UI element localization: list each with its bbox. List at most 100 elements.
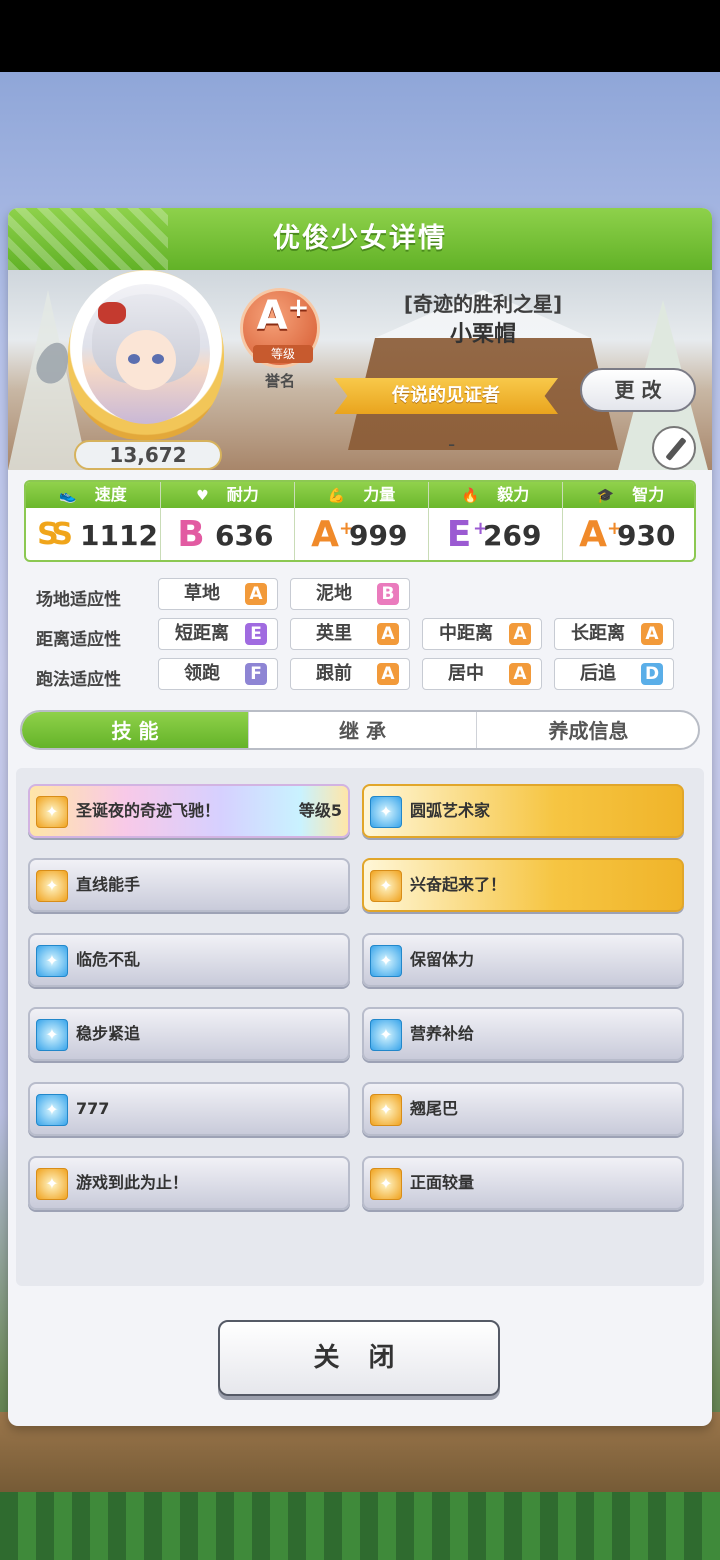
portrait-hair-ornament	[98, 302, 126, 324]
skill-item[interactable]: ✦ 777	[28, 1082, 350, 1136]
pencil-icon	[665, 437, 687, 461]
skill-name: 直线能手	[76, 875, 141, 894]
skill-item[interactable]: ✦ 圆弧艺术家	[362, 784, 684, 838]
skill-name: 777	[76, 1099, 110, 1118]
skill-name: 临危不乱	[76, 950, 141, 969]
change-title-button[interactable]: 更 改	[580, 368, 696, 412]
edit-button[interactable]	[652, 426, 696, 470]
stat-value-area: E + 269	[429, 510, 563, 560]
umamusume-detail-panel: 优俊少女详情 13,672 A+ 等级 誉名 [奇迹的胜利之星] 小栗帽 传说的…	[8, 208, 712, 1426]
stat-header: 👟 速度	[26, 482, 160, 508]
skill-name: 正面较量	[410, 1173, 475, 1192]
skill-item[interactable]: ✦ 兴奋起来了！	[362, 858, 684, 912]
aptitude-sprint: 短距离 E	[158, 618, 278, 650]
tab-skills[interactable]: 技 能	[22, 712, 248, 748]
aptitude-dirt: 泥地 B	[290, 578, 410, 610]
portrait-eye-right	[152, 354, 164, 364]
skill-icon: ✦	[36, 870, 68, 902]
close-button[interactable]: 关 闭	[218, 1320, 500, 1396]
stat-header: ♥ 耐力	[161, 482, 294, 508]
title-ribbon: 传说的见证者	[334, 378, 558, 414]
skill-item[interactable]: ✦ 直线能手	[28, 858, 350, 912]
stat-guts: 🔥 毅力 E + 269	[428, 482, 563, 560]
skill-icon: ✦	[370, 1019, 402, 1051]
heart-icon: ♥	[196, 488, 209, 504]
skill-name: 稳步紧追	[76, 1024, 141, 1043]
stat-stamina: ♥ 耐力 B 636	[160, 482, 294, 560]
rank-badge: A+ 等级	[240, 288, 320, 368]
tab-inheritance[interactable]: 继 承	[248, 712, 476, 748]
stat-value-area: A + 930	[563, 510, 694, 560]
background-grass	[0, 1492, 720, 1560]
status-bar	[0, 0, 720, 72]
aptitude-late-surger: 居中 A	[422, 658, 542, 690]
stat-value: 269	[483, 519, 542, 552]
stat-value: 930	[617, 519, 676, 552]
nickname-placeholder: -	[448, 432, 456, 456]
detail-tabs: 技 能 继 承 养成信息	[20, 710, 700, 750]
skill-item[interactable]: ✦ 翘尾巴	[362, 1082, 684, 1136]
skill-icon: ✦	[370, 1094, 402, 1126]
stat-grade: SS	[37, 517, 73, 552]
skill-icon: ✦	[370, 796, 402, 828]
skill-name: 兴奋起来了！	[410, 875, 507, 894]
stat-grade: A +	[311, 514, 355, 555]
skill-item[interactable]: ✦ 临危不乱	[28, 933, 350, 987]
panel-title: 优俊少女详情	[273, 223, 447, 254]
aptitude-end-closer: 后追 D	[554, 658, 674, 690]
skill-item[interactable]: ✦ 正面较量	[362, 1156, 684, 1210]
skill-icon: ✦	[370, 870, 402, 902]
skill-level: 等级5	[298, 801, 342, 820]
track-aptitude-label: 场地适应性	[36, 590, 121, 610]
skill-icon: ✦	[36, 796, 68, 828]
aptitude-pace-chaser: 跟前 A	[290, 658, 410, 690]
stat-speed: 👟 速度 SS 1112	[26, 482, 160, 560]
flame-icon: 🔥	[461, 488, 480, 504]
skill-name: 圆弧艺术家	[410, 801, 491, 820]
rank-grade: A+	[256, 293, 310, 339]
stat-header: 🔥 毅力	[429, 482, 562, 508]
stat-value-area: SS 1112	[26, 510, 160, 560]
graduation-cap-icon: 🎓	[596, 488, 615, 504]
skill-icon: ✦	[370, 1168, 402, 1200]
skill-icon: ✦	[36, 1094, 68, 1126]
stat-header: 💪 力量	[295, 482, 428, 508]
character-portrait[interactable]	[82, 284, 210, 424]
panel-header: 优俊少女详情	[8, 208, 712, 270]
skill-item[interactable]: ✦ 圣诞夜的奇迹飞驰！ 等级5	[28, 784, 350, 838]
aptitude-long: 长距离 A	[554, 618, 674, 650]
aptitude-medium: 中距离 A	[422, 618, 542, 650]
skill-name: 保留体力	[410, 950, 475, 969]
stat-grade: B	[177, 514, 205, 555]
stat-grade: A +	[579, 514, 623, 555]
skill-item[interactable]: ✦ 营养补给	[362, 1007, 684, 1061]
skill-icon: ✦	[36, 1168, 68, 1200]
stat-value: 1112	[80, 519, 158, 552]
stat-header: 🎓 智力	[563, 482, 694, 508]
tab-training-info[interactable]: 养成信息	[476, 712, 698, 748]
skill-name: 游戏到此为止！	[76, 1173, 189, 1192]
skill-name: 营养补给	[410, 1024, 475, 1043]
skill-name: 圣诞夜的奇迹飞驰！	[76, 801, 221, 820]
character-epithet: [奇迹的胜利之星]	[403, 292, 563, 316]
skill-item[interactable]: ✦ 游戏到此为止！	[28, 1156, 350, 1210]
stat-value: 636	[215, 519, 274, 552]
aptitude-turf: 草地 A	[158, 578, 278, 610]
stat-value-area: A + 999	[295, 510, 429, 560]
skill-item[interactable]: ✦ 保留体力	[362, 933, 684, 987]
aptitude-front-runner: 领跑 F	[158, 658, 278, 690]
skill-icon: ✦	[370, 945, 402, 977]
profile-banner: 13,672 A+ 等级 誉名 [奇迹的胜利之星] 小栗帽 传说的见证者 更 改…	[8, 270, 712, 470]
stats-panel: 👟 速度 SS 1112 ♥ 耐力 B 636 💪 力量 A + 999 🔥 毅力 E +	[24, 480, 696, 562]
aptitude-mile: 英里 A	[290, 618, 410, 650]
muscle-icon: 💪	[327, 488, 346, 504]
skill-list: ✦ 圣诞夜的奇迹飞驰！ 等级5 ✦ 圆弧艺术家 ✦ 直线能手 ✦ 兴奋起来了！ …	[16, 768, 704, 1286]
stat-value: 999	[349, 519, 408, 552]
style-aptitude-label: 跑法适应性	[36, 670, 121, 690]
rank-label: 等级	[253, 345, 313, 363]
skill-icon: ✦	[36, 945, 68, 977]
character-name: 小栗帽	[449, 322, 516, 347]
skill-item[interactable]: ✦ 稳步紧追	[28, 1007, 350, 1061]
fan-count: 13,672	[74, 440, 222, 470]
stat-wisdom: 🎓 智力 A + 930	[562, 482, 694, 560]
